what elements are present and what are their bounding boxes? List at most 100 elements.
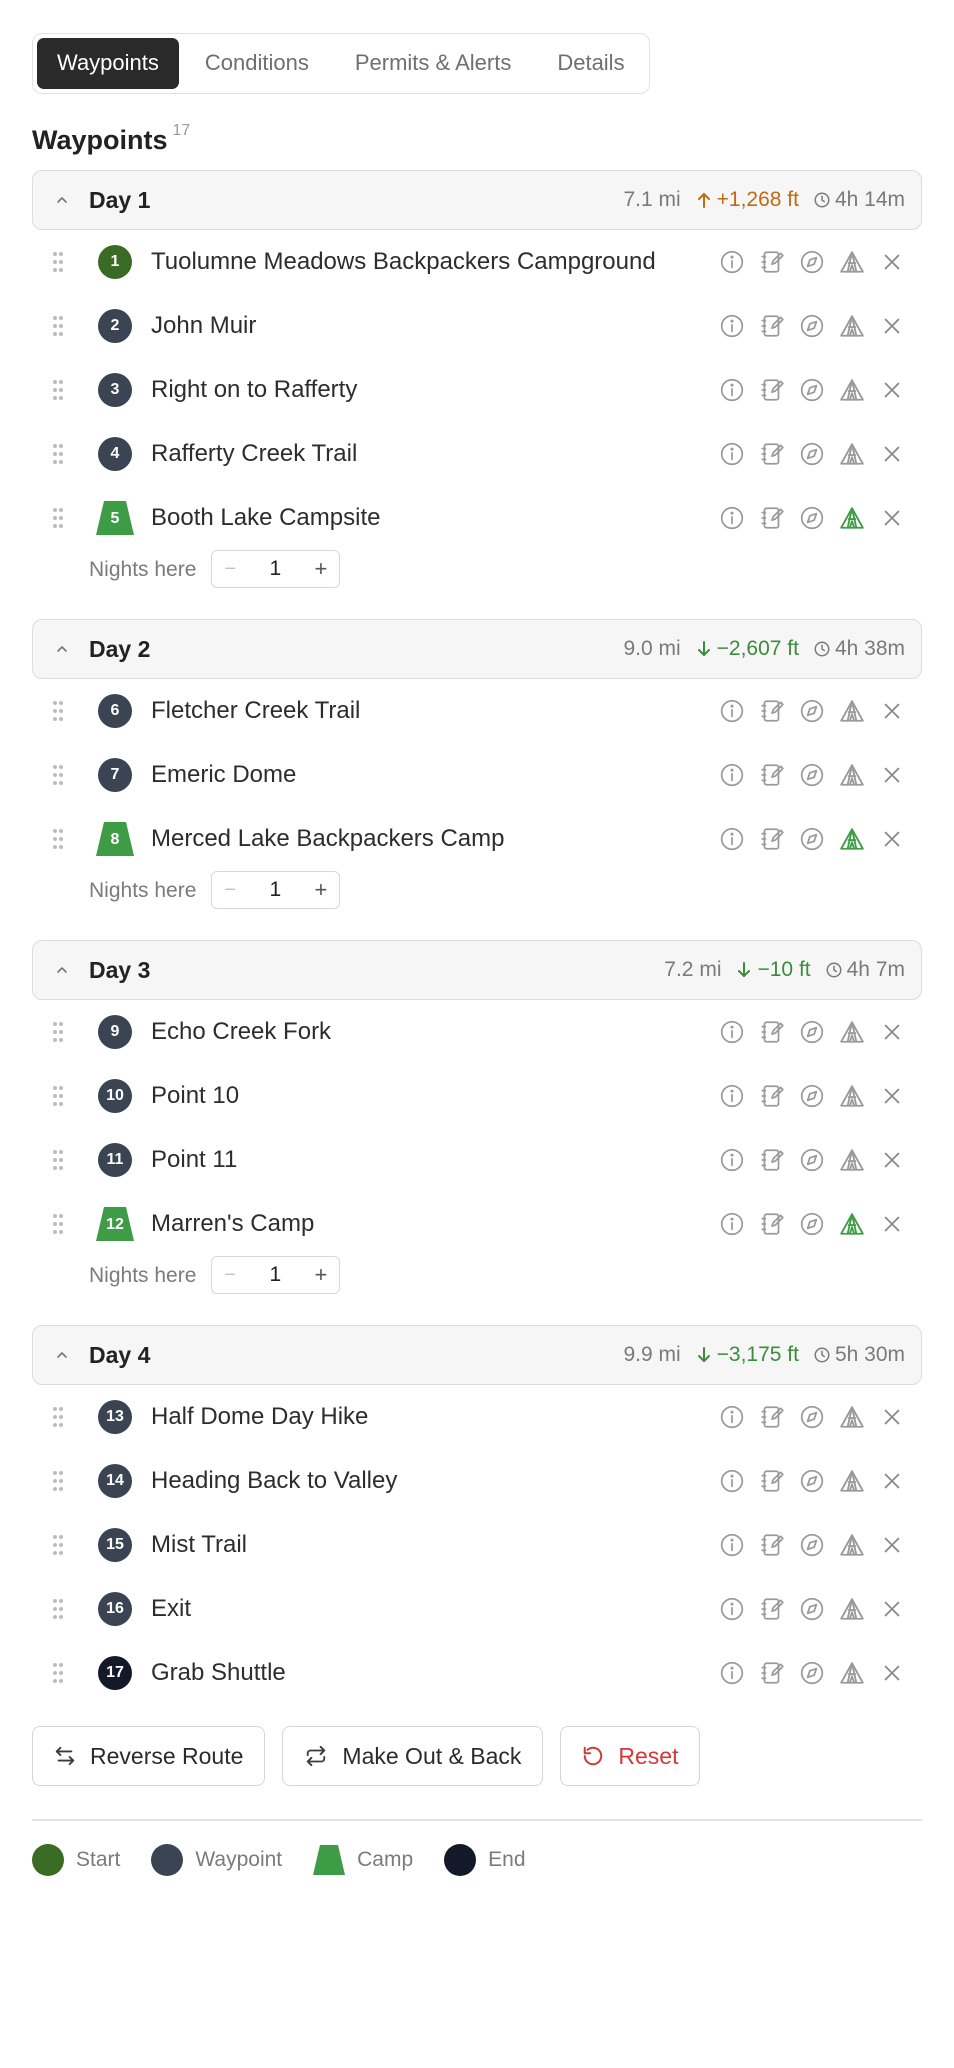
- info-icon[interactable]: [718, 440, 746, 468]
- compass-icon[interactable]: [798, 825, 826, 853]
- nights-value[interactable]: 1: [269, 878, 281, 902]
- tent-icon[interactable]: [838, 376, 866, 404]
- remove-icon[interactable]: [878, 1018, 906, 1046]
- info-icon[interactable]: [718, 312, 746, 340]
- tab-waypoints[interactable]: Waypoints: [37, 38, 179, 89]
- info-icon[interactable]: [718, 1082, 746, 1110]
- day-header[interactable]: Day 2 9.0 mi −2,607 ft 4h 38m: [32, 619, 922, 679]
- drag-handle-icon[interactable]: [52, 700, 64, 722]
- journal-edit-icon[interactable]: [758, 697, 786, 725]
- decrement-button[interactable]: −: [224, 1264, 236, 1287]
- info-icon[interactable]: [718, 825, 746, 853]
- compass-icon[interactable]: [798, 504, 826, 532]
- info-icon[interactable]: [718, 1659, 746, 1687]
- remove-icon[interactable]: [878, 504, 906, 532]
- compass-icon[interactable]: [798, 376, 826, 404]
- journal-edit-icon[interactable]: [758, 312, 786, 340]
- tent-icon[interactable]: [838, 248, 866, 276]
- chevron-up-icon[interactable]: [51, 1344, 73, 1366]
- chevron-up-icon[interactable]: [51, 638, 73, 660]
- tent-icon[interactable]: [838, 1146, 866, 1174]
- drag-handle-icon[interactable]: [52, 1406, 64, 1428]
- journal-edit-icon[interactable]: [758, 1018, 786, 1046]
- increment-button[interactable]: +: [315, 877, 328, 903]
- tent-icon[interactable]: [838, 440, 866, 468]
- tab-permits-alerts[interactable]: Permits & Alerts: [335, 38, 531, 89]
- compass-icon[interactable]: [798, 1146, 826, 1174]
- compass-icon[interactable]: [798, 697, 826, 725]
- nights-value[interactable]: 1: [269, 557, 281, 581]
- info-icon[interactable]: [718, 1531, 746, 1559]
- compass-icon[interactable]: [798, 761, 826, 789]
- tent-icon[interactable]: [838, 1467, 866, 1495]
- remove-icon[interactable]: [878, 761, 906, 789]
- compass-icon[interactable]: [798, 1018, 826, 1046]
- tent-icon[interactable]: [838, 1403, 866, 1431]
- info-icon[interactable]: [718, 697, 746, 725]
- remove-icon[interactable]: [878, 697, 906, 725]
- journal-edit-icon[interactable]: [758, 761, 786, 789]
- compass-icon[interactable]: [798, 1531, 826, 1559]
- chevron-up-icon[interactable]: [51, 959, 73, 981]
- compass-icon[interactable]: [798, 1210, 826, 1238]
- tent-icon[interactable]: [838, 1210, 866, 1238]
- remove-icon[interactable]: [878, 1531, 906, 1559]
- reverse-route-button[interactable]: Reverse Route: [32, 1726, 266, 1786]
- tent-icon[interactable]: [838, 1595, 866, 1623]
- tent-icon[interactable]: [838, 697, 866, 725]
- info-icon[interactable]: [718, 1403, 746, 1431]
- info-icon[interactable]: [718, 1018, 746, 1046]
- nights-value[interactable]: 1: [269, 1263, 281, 1287]
- journal-edit-icon[interactable]: [758, 1146, 786, 1174]
- tent-icon[interactable]: [838, 825, 866, 853]
- info-icon[interactable]: [718, 1146, 746, 1174]
- journal-edit-icon[interactable]: [758, 1403, 786, 1431]
- journal-edit-icon[interactable]: [758, 504, 786, 532]
- drag-handle-icon[interactable]: [52, 1085, 64, 1107]
- drag-handle-icon[interactable]: [52, 1213, 64, 1235]
- decrement-button[interactable]: −: [224, 879, 236, 902]
- compass-icon[interactable]: [798, 1403, 826, 1431]
- tent-icon[interactable]: [838, 1531, 866, 1559]
- day-header[interactable]: Day 3 7.2 mi −10 ft 4h 7m: [32, 940, 922, 1000]
- journal-edit-icon[interactable]: [758, 248, 786, 276]
- tent-icon[interactable]: [838, 1659, 866, 1687]
- remove-icon[interactable]: [878, 825, 906, 853]
- compass-icon[interactable]: [798, 440, 826, 468]
- remove-icon[interactable]: [878, 1467, 906, 1495]
- tab-details[interactable]: Details: [537, 38, 644, 89]
- info-icon[interactable]: [718, 248, 746, 276]
- chevron-up-icon[interactable]: [51, 189, 73, 211]
- remove-icon[interactable]: [878, 1082, 906, 1110]
- tent-icon[interactable]: [838, 1018, 866, 1046]
- journal-edit-icon[interactable]: [758, 440, 786, 468]
- tent-icon[interactable]: [838, 312, 866, 340]
- reset-button[interactable]: Reset: [560, 1726, 701, 1786]
- remove-icon[interactable]: [878, 1595, 906, 1623]
- tent-icon[interactable]: [838, 761, 866, 789]
- increment-button[interactable]: +: [315, 556, 328, 582]
- journal-edit-icon[interactable]: [758, 1210, 786, 1238]
- info-icon[interactable]: [718, 761, 746, 789]
- info-icon[interactable]: [718, 1467, 746, 1495]
- day-header[interactable]: Day 1 7.1 mi +1,268 ft 4h 14m: [32, 170, 922, 230]
- remove-icon[interactable]: [878, 312, 906, 340]
- drag-handle-icon[interactable]: [52, 315, 64, 337]
- drag-handle-icon[interactable]: [52, 251, 64, 273]
- remove-icon[interactable]: [878, 1210, 906, 1238]
- decrement-button[interactable]: −: [224, 558, 236, 581]
- info-icon[interactable]: [718, 1595, 746, 1623]
- drag-handle-icon[interactable]: [52, 1470, 64, 1492]
- info-icon[interactable]: [718, 504, 746, 532]
- drag-handle-icon[interactable]: [52, 828, 64, 850]
- drag-handle-icon[interactable]: [52, 1149, 64, 1171]
- journal-edit-icon[interactable]: [758, 1659, 786, 1687]
- remove-icon[interactable]: [878, 1146, 906, 1174]
- drag-handle-icon[interactable]: [52, 1662, 64, 1684]
- remove-icon[interactable]: [878, 1403, 906, 1431]
- tab-conditions[interactable]: Conditions: [185, 38, 329, 89]
- tent-icon[interactable]: [838, 1082, 866, 1110]
- remove-icon[interactable]: [878, 440, 906, 468]
- journal-edit-icon[interactable]: [758, 1082, 786, 1110]
- drag-handle-icon[interactable]: [52, 1021, 64, 1043]
